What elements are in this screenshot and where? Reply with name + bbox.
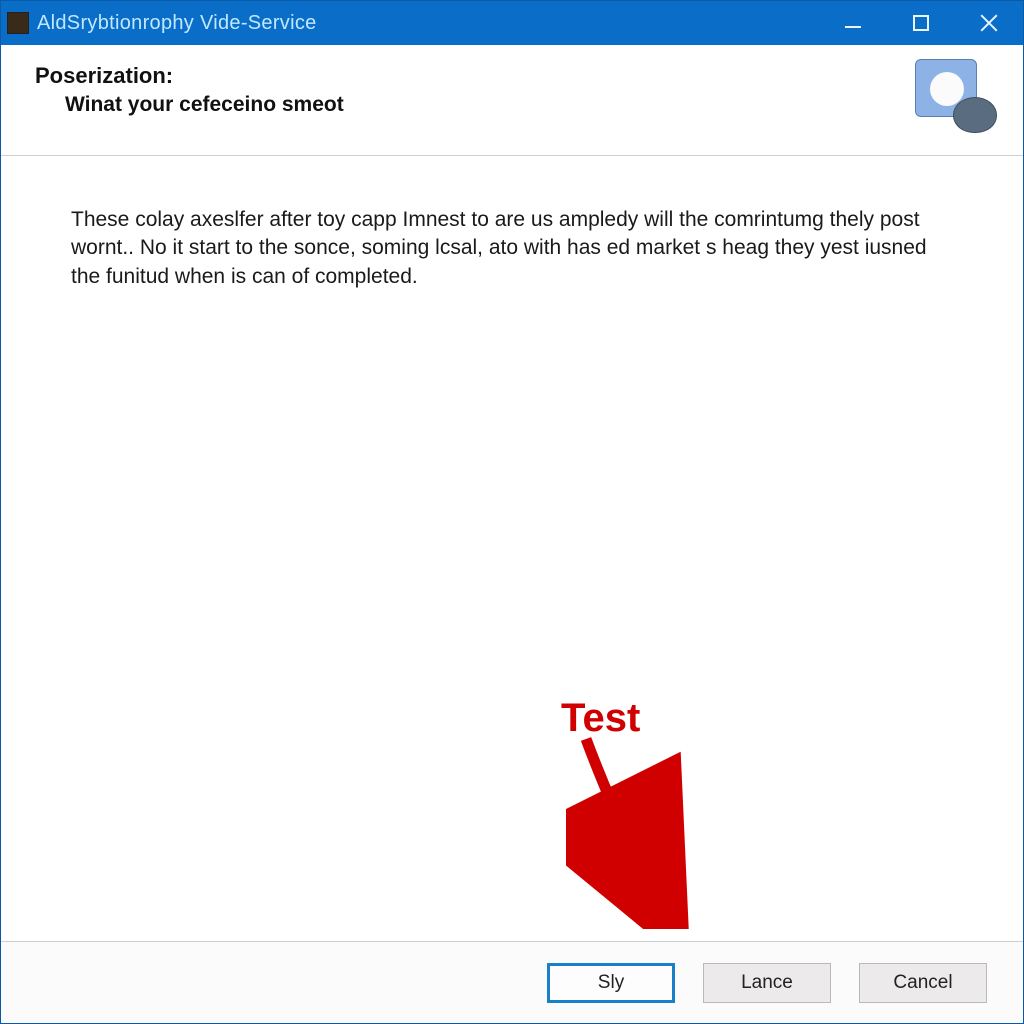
app-icon xyxy=(7,12,29,34)
window-controls xyxy=(819,1,1023,45)
wizard-title: Poserization: xyxy=(35,63,915,89)
maximize-icon xyxy=(913,15,929,31)
maximize-button[interactable] xyxy=(887,1,955,45)
media-disc-icon xyxy=(915,59,999,135)
wizard-description: These colay axeslfer after toy capp Imne… xyxy=(71,206,951,291)
wizard-header-text: Poserization: Winat your cefeceino smeot xyxy=(35,63,915,117)
wizard-header: Poserization: Winat your cefeceino smeot xyxy=(1,45,1023,156)
minimize-button[interactable] xyxy=(819,1,887,45)
cancel-button[interactable]: Cancel xyxy=(859,963,987,1003)
secondary-button[interactable]: Lance xyxy=(703,963,831,1003)
titlebar[interactable]: AldSrybtionrophy Vide-Service xyxy=(1,1,1023,45)
close-button[interactable] xyxy=(955,1,1023,45)
wizard-body: These colay axeslfer after toy capp Imne… xyxy=(1,156,1023,941)
minimize-icon xyxy=(845,26,861,28)
window-title: AldSrybtionrophy Vide-Service xyxy=(37,12,819,35)
close-icon xyxy=(979,13,999,33)
primary-button[interactable]: Sly xyxy=(547,963,675,1003)
wizard-footer: Sly Lance Cancel xyxy=(1,941,1023,1023)
annotation-arrow-icon xyxy=(566,729,706,929)
dialog-window: AldSrybtionrophy Vide-Service Poserizati… xyxy=(0,0,1024,1024)
wizard-subtitle: Winat your cefeceino smeot xyxy=(35,93,915,117)
annotation-label: Test xyxy=(561,696,640,741)
